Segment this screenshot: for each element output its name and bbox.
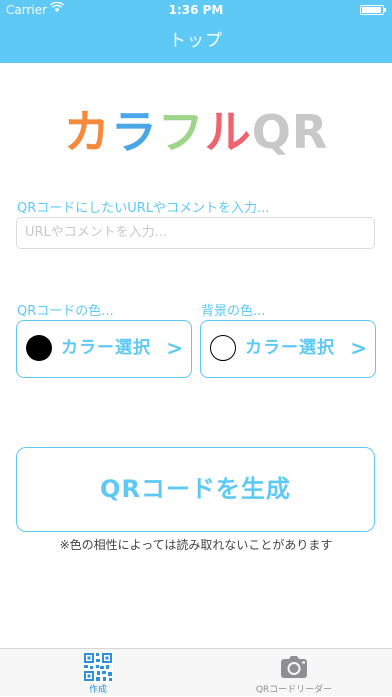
background-color-label: 背景の色... [201,304,266,319]
chevron-right-icon: > [166,336,183,360]
logo-char: Q [251,105,292,159]
logo-char: フ [157,105,205,159]
battery-icon [360,5,386,15]
qr-color-select-button[interactable]: カラー選択 > [16,320,192,378]
logo-char: カ [63,105,111,159]
color-compatibility-note: ※色の相性によっては読み取れないことがあります [59,538,333,552]
tab-qr-reader-label: QRコードリーダー [255,685,333,695]
qr-color-label: QRコードの色... [17,304,114,319]
status-time: 1:36 PM [168,3,224,17]
qr-color-swatch [26,335,52,361]
input-label: QRコードにしたいURLやコメントを入力... [17,201,270,216]
url-comment-input[interactable]: URLやコメントを入力... [16,217,375,249]
chevron-right-icon: > [350,336,367,360]
app-logo: カラフルQR [0,104,392,160]
tab-bar: 作成 QRコードリーダー [0,648,392,696]
tab-qr-reader[interactable]: QRコードリーダー [196,649,392,697]
camera-icon [279,652,309,682]
generate-qr-button[interactable]: QRコードを生成 [16,447,375,532]
navigation-bar: Carrier 1:36 PM トップ [0,0,392,63]
logo-char: R [291,105,329,159]
qr-code-icon [83,652,113,682]
qr-color-button-label: カラー選択 [61,338,151,358]
logo-char: ラ [110,105,158,159]
page-title: トップ [169,31,223,51]
logo-char: ル [204,105,252,159]
background-color-select-button[interactable]: カラー選択 > [200,320,376,378]
tab-create-label: 作成 [88,685,107,695]
background-color-swatch [210,335,236,361]
status-bar: Carrier 1:36 PM [0,0,392,20]
tab-create[interactable]: 作成 [0,649,196,697]
background-color-button-label: カラー選択 [245,338,335,358]
